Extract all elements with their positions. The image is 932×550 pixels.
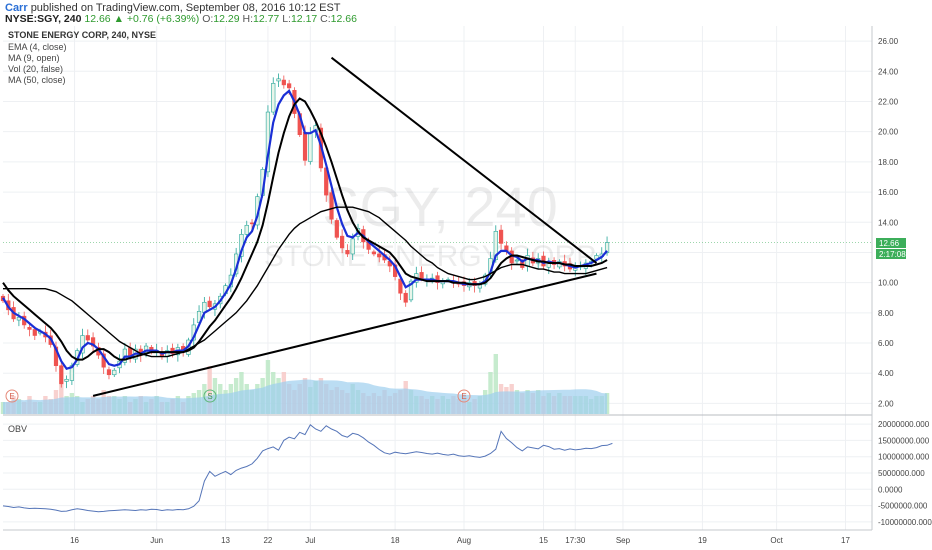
time-tick-label: 15 [539,536,548,545]
candle-body [59,365,64,385]
time-tick-label: 17:30 [565,536,586,545]
candle-body [419,272,424,279]
candle-body [340,235,345,249]
time-tick-label: Jun [150,536,163,545]
time-tick-label: 22 [263,536,272,545]
close-label: C: [320,13,331,25]
time-tick-label: Oct [770,536,783,545]
time-tick-label: Jul [305,536,315,545]
price-tick-label: 22.00 [878,97,899,106]
legend-ma50[interactable]: MA (50, close) [8,75,66,85]
change-value: ▲ +0.76 (+6.39%) [113,13,200,25]
time-tick-label: 16 [70,536,79,545]
candle-body [345,250,350,255]
obv-tick-label: 15000000.000 [878,436,930,445]
legend-ma9[interactable]: MA (9, open) [8,53,60,63]
candle-body [403,292,408,303]
price-tick-label: 20.00 [878,128,899,137]
candle-body [308,132,313,162]
candle-body [27,327,32,330]
last-price: 12.66 [84,13,111,25]
watermark-name: STONE ENERGY CORP [264,240,596,273]
open-value: 12.29 [213,13,240,25]
price-tick-label: 4.00 [878,369,894,378]
time-tick-label: Sep [616,536,631,545]
price-tick-label: 10.00 [878,279,899,288]
chart-header: Carr published on TradingView.com, Septe… [0,0,932,26]
open-label: O: [202,13,214,25]
earnings-event-label: E [461,392,466,401]
price-tick-label: 2.00 [878,399,894,408]
countdown-badge: 2:17:08 [879,250,906,259]
price-tick-label: 16.00 [878,188,899,197]
legend-ema[interactable]: EMA (4, close) [8,42,67,52]
price-tick-label: 18.00 [878,158,899,167]
time-tick-label: 17 [841,536,850,545]
candle-body [334,220,339,238]
price-tick-label: 6.00 [878,339,894,348]
price-tick-label: 8.00 [878,309,894,318]
candle-body [276,78,281,82]
candle-body [85,335,90,341]
candle-body [32,329,37,336]
candle-body [377,253,382,258]
high-label: H: [242,13,254,25]
obv-tick-label: -10000000.000 [878,518,932,527]
candle-body [106,369,112,376]
legend-title: STONE ENERGY CORP, 240, NYSE [8,30,156,40]
earnings-event-label: E [9,392,14,401]
time-tick-label: 19 [698,536,707,545]
symbol-label: NYSE:SGY, 240 [5,13,82,25]
candle-body [271,83,276,113]
candle-body [498,229,504,244]
candle-body [287,83,292,89]
price-badge: 12.66 [879,239,900,248]
price-tick-label: 24.00 [878,67,899,76]
obv-legend[interactable]: OBV [8,424,27,434]
obv-tick-label: -5000000.000 [878,502,928,511]
close-value: 12.66 [330,13,357,25]
candle-body [514,259,520,262]
obv-tick-label: 5000000.000 [878,469,925,478]
low-label: L: [282,13,291,25]
legend-vol[interactable]: Vol (20, false) [8,64,63,74]
obv-tick-label: 20000000.000 [878,420,930,429]
obv-tick-label: 0.0000 [878,485,903,494]
candle-body [112,369,117,376]
low-value: 12.17 [290,13,318,25]
price-chart[interactable]: SGY, 240 STONE ENERGY CORP 2.004.006.008… [0,26,932,550]
price-tick-label: 14.00 [878,218,899,227]
price-tick-label: 26.00 [878,37,899,46]
high-value: 12.77 [253,13,280,25]
candle-body [249,222,255,225]
candle-body [350,238,355,255]
candle-body [244,224,249,235]
candle-body [281,79,286,86]
time-tick-label: 13 [221,536,230,545]
candle-body [302,131,308,161]
time-tick-label: 18 [391,536,400,545]
obv-tick-label: 10000000.000 [878,453,930,462]
candle-body [207,300,212,308]
time-tick-label: Aug [457,536,471,545]
candle-body [64,378,69,382]
split-event-label: S [207,392,212,401]
candle-body [371,251,377,255]
candle-body [329,192,334,220]
quote-line: NYSE:SGY, 240 12.66 ▲ +0.76 (+6.39%) O:1… [5,13,357,25]
